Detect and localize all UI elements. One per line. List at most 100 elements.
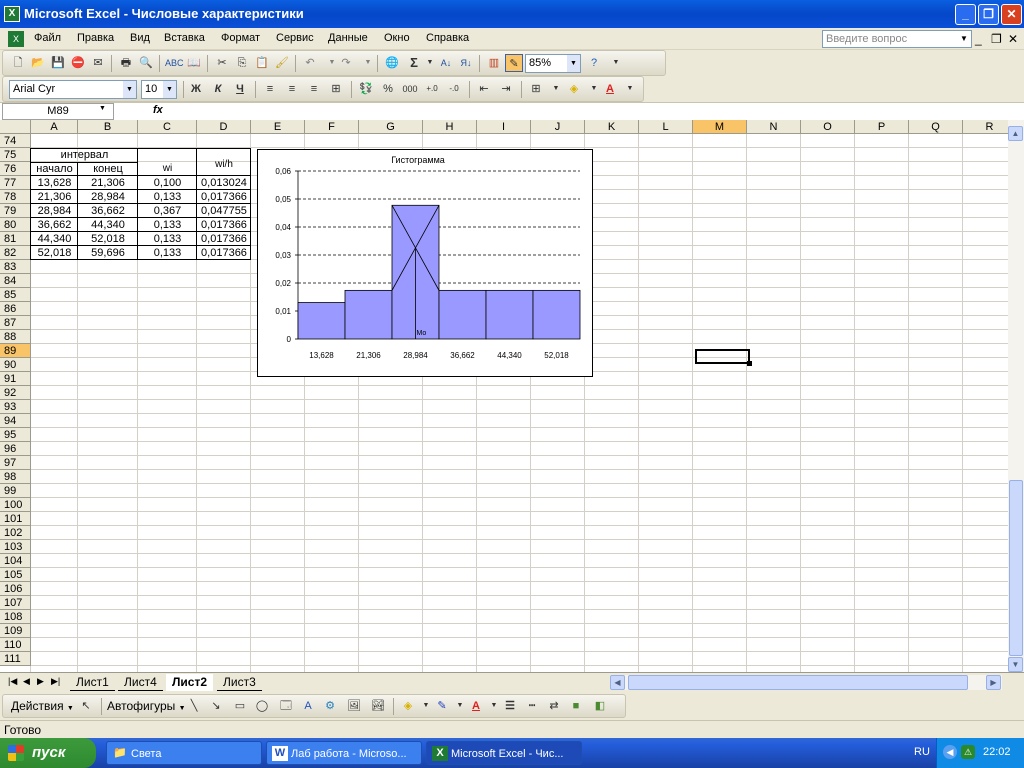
table-cell[interactable]: 21,306 bbox=[78, 176, 138, 190]
row-header-96[interactable]: 96 bbox=[0, 442, 31, 456]
column-header-P[interactable]: P bbox=[855, 120, 909, 134]
table-cell[interactable]: 28,984 bbox=[78, 190, 138, 204]
language-indicator[interactable]: RU bbox=[914, 746, 930, 758]
row-header-111[interactable]: 111 bbox=[0, 652, 31, 666]
ask-dropdown-icon[interactable]: ▼ bbox=[960, 32, 968, 46]
column-header-H[interactable]: H bbox=[423, 120, 477, 134]
name-box[interactable]: M89 bbox=[2, 103, 114, 120]
column-header-K[interactable]: K bbox=[585, 120, 639, 134]
line-icon[interactable]: ╲ bbox=[185, 697, 203, 715]
column-header-G[interactable]: G bbox=[359, 120, 423, 134]
row-header-109[interactable]: 109 bbox=[0, 624, 31, 638]
row-header-97[interactable]: 97 bbox=[0, 456, 31, 470]
increase-indent-icon[interactable]: ⇥ bbox=[497, 80, 515, 98]
borders-dropdown-icon[interactable]: ▼ bbox=[547, 80, 565, 98]
name-box-dropdown-icon[interactable]: ▼ bbox=[99, 105, 106, 112]
row-header-77[interactable]: 77 bbox=[0, 176, 31, 190]
font-select[interactable]: Arial Cyr ▼ bbox=[9, 80, 137, 99]
row-header-86[interactable]: 86 bbox=[0, 302, 31, 316]
row-header-95[interactable]: 95 bbox=[0, 428, 31, 442]
italic-button[interactable]: К bbox=[209, 80, 227, 98]
underline-button[interactable]: Ч bbox=[231, 80, 249, 98]
table-cell[interactable]: 0,133 bbox=[138, 218, 197, 232]
table-cell[interactable]: 0,133 bbox=[138, 246, 197, 260]
active-cell[interactable] bbox=[695, 349, 752, 366]
show-hidden-icons-icon[interactable]: ◀ bbox=[943, 745, 957, 759]
column-header-F[interactable]: F bbox=[305, 120, 359, 134]
row-header-101[interactable]: 101 bbox=[0, 512, 31, 526]
arrow-style-icon[interactable]: ⇄ bbox=[545, 697, 563, 715]
antivirus-icon[interactable]: ⚠ bbox=[961, 745, 975, 759]
spelling-icon[interactable]: ABC bbox=[165, 54, 184, 72]
first-sheet-icon[interactable]: |◀ bbox=[8, 676, 17, 687]
zoom-dropdown-icon[interactable]: ▼ bbox=[567, 55, 580, 72]
wordart-icon[interactable]: A bbox=[299, 697, 317, 715]
row-header-89[interactable]: 89 bbox=[0, 344, 31, 358]
scroll-right-icon[interactable]: ▶ bbox=[986, 675, 1001, 690]
sheet-tab-list1[interactable]: Лист1 bbox=[70, 674, 115, 691]
table-cell[interactable]: 59,696 bbox=[78, 246, 138, 260]
print-icon[interactable]: 🖶 bbox=[117, 54, 135, 72]
paste-icon[interactable]: 📋 bbox=[253, 54, 271, 72]
menu-tools[interactable]: Сервис bbox=[276, 32, 314, 44]
currency-icon[interactable]: 💱 bbox=[357, 80, 375, 98]
histogram-chart[interactable]: Гистограмма 0 0,01 0,02 0,03 0,04 0,05 0,06 13,6… bbox=[257, 149, 593, 377]
menu-insert[interactable]: Вставка bbox=[164, 32, 205, 44]
copy-icon[interactable]: ⎘ bbox=[233, 54, 251, 72]
table-cell[interactable]: 36,662 bbox=[31, 218, 78, 232]
scroll-left-icon[interactable]: ◀ bbox=[610, 675, 625, 690]
menu-window[interactable]: Окно bbox=[384, 32, 410, 44]
decrease-indent-icon[interactable]: ⇤ bbox=[475, 80, 493, 98]
sort-ascending-icon[interactable]: A↓ bbox=[437, 54, 455, 72]
table-cell[interactable]: 0,047755 bbox=[197, 204, 251, 218]
prev-sheet-icon[interactable]: ◀ bbox=[23, 676, 30, 687]
taskbar-item-excel[interactable]: X Microsoft Excel - Чис... bbox=[426, 741, 582, 765]
start-header-cell[interactable]: начало bbox=[31, 162, 78, 176]
row-header-74[interactable]: 74 bbox=[0, 134, 31, 148]
arrow-icon[interactable]: ↘ bbox=[207, 697, 225, 715]
table-cell[interactable]: 44,340 bbox=[31, 232, 78, 246]
font-color-icon[interactable]: A bbox=[601, 80, 619, 98]
table-cell[interactable]: 0,013024 bbox=[197, 176, 251, 190]
save-icon[interactable]: 💾 bbox=[49, 54, 67, 72]
row-header-104[interactable]: 104 bbox=[0, 554, 31, 568]
menu-help[interactable]: Справка bbox=[426, 32, 469, 44]
column-header-M[interactable]: M bbox=[693, 120, 747, 134]
menu-view[interactable]: Вид bbox=[130, 32, 150, 44]
format-painter-icon[interactable]: 🖌 bbox=[273, 54, 291, 72]
taskbar-item-folder[interactable]: 📁 Света bbox=[106, 741, 262, 765]
menu-data[interactable]: Данные bbox=[328, 32, 368, 44]
row-header-105[interactable]: 105 bbox=[0, 568, 31, 582]
row-header-87[interactable]: 87 bbox=[0, 316, 31, 330]
minimize-button[interactable]: _ bbox=[955, 4, 976, 25]
table-cell[interactable]: 21,306 bbox=[31, 190, 78, 204]
doc-restore-button[interactable]: ❐ bbox=[991, 32, 1002, 46]
row-header-99[interactable]: 99 bbox=[0, 484, 31, 498]
menu-format[interactable]: Формат bbox=[221, 32, 260, 44]
row-header-79[interactable]: 79 bbox=[0, 204, 31, 218]
clock[interactable]: 22:02 bbox=[983, 746, 1011, 758]
taskbar-item-word[interactable]: W Лаб работа - Microso... bbox=[266, 741, 422, 765]
row-header-82[interactable]: 82 bbox=[0, 246, 31, 260]
row-header-75[interactable]: 75 bbox=[0, 148, 31, 162]
row-header-94[interactable]: 94 bbox=[0, 414, 31, 428]
3d-icon[interactable]: ◧ bbox=[591, 697, 609, 715]
font-size-dropdown-icon[interactable]: ▼ bbox=[163, 81, 176, 98]
increase-decimal-icon[interactable]: +.0 bbox=[423, 80, 441, 98]
select-objects-icon[interactable]: ↖ bbox=[77, 697, 95, 715]
interval-header-cell[interactable]: интервал bbox=[31, 148, 138, 162]
column-header-I[interactable]: I bbox=[477, 120, 531, 134]
rectangle-icon[interactable]: ▭ bbox=[231, 697, 249, 715]
row-header-80[interactable]: 80 bbox=[0, 218, 31, 232]
start-button[interactable]: пуск bbox=[0, 738, 96, 768]
scroll-down-icon[interactable]: ▼ bbox=[1008, 657, 1023, 672]
line-color-icon[interactable]: ✎ bbox=[433, 697, 451, 715]
table-cell[interactable]: 0,367 bbox=[138, 204, 197, 218]
autoshapes-menu[interactable]: Автофигуры ▼ bbox=[107, 699, 186, 713]
scroll-up-icon[interactable]: ▲ bbox=[1008, 126, 1023, 141]
row-header-91[interactable]: 91 bbox=[0, 372, 31, 386]
oval-icon[interactable]: ◯ bbox=[253, 697, 271, 715]
select-all-corner[interactable] bbox=[0, 120, 31, 134]
sheet-tab-list2[interactable]: Лист2 bbox=[166, 674, 214, 691]
menu-file[interactable]: Файл bbox=[34, 32, 61, 44]
